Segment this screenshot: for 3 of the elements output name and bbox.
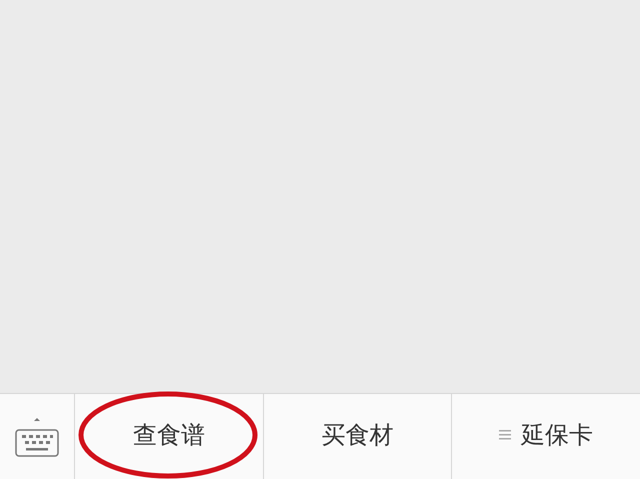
menu-item[interactable]: 延保卡 (452, 394, 640, 479)
menu-item[interactable]: 买食材 (264, 394, 452, 479)
menu-item[interactable]: 查食谱 (75, 394, 263, 479)
